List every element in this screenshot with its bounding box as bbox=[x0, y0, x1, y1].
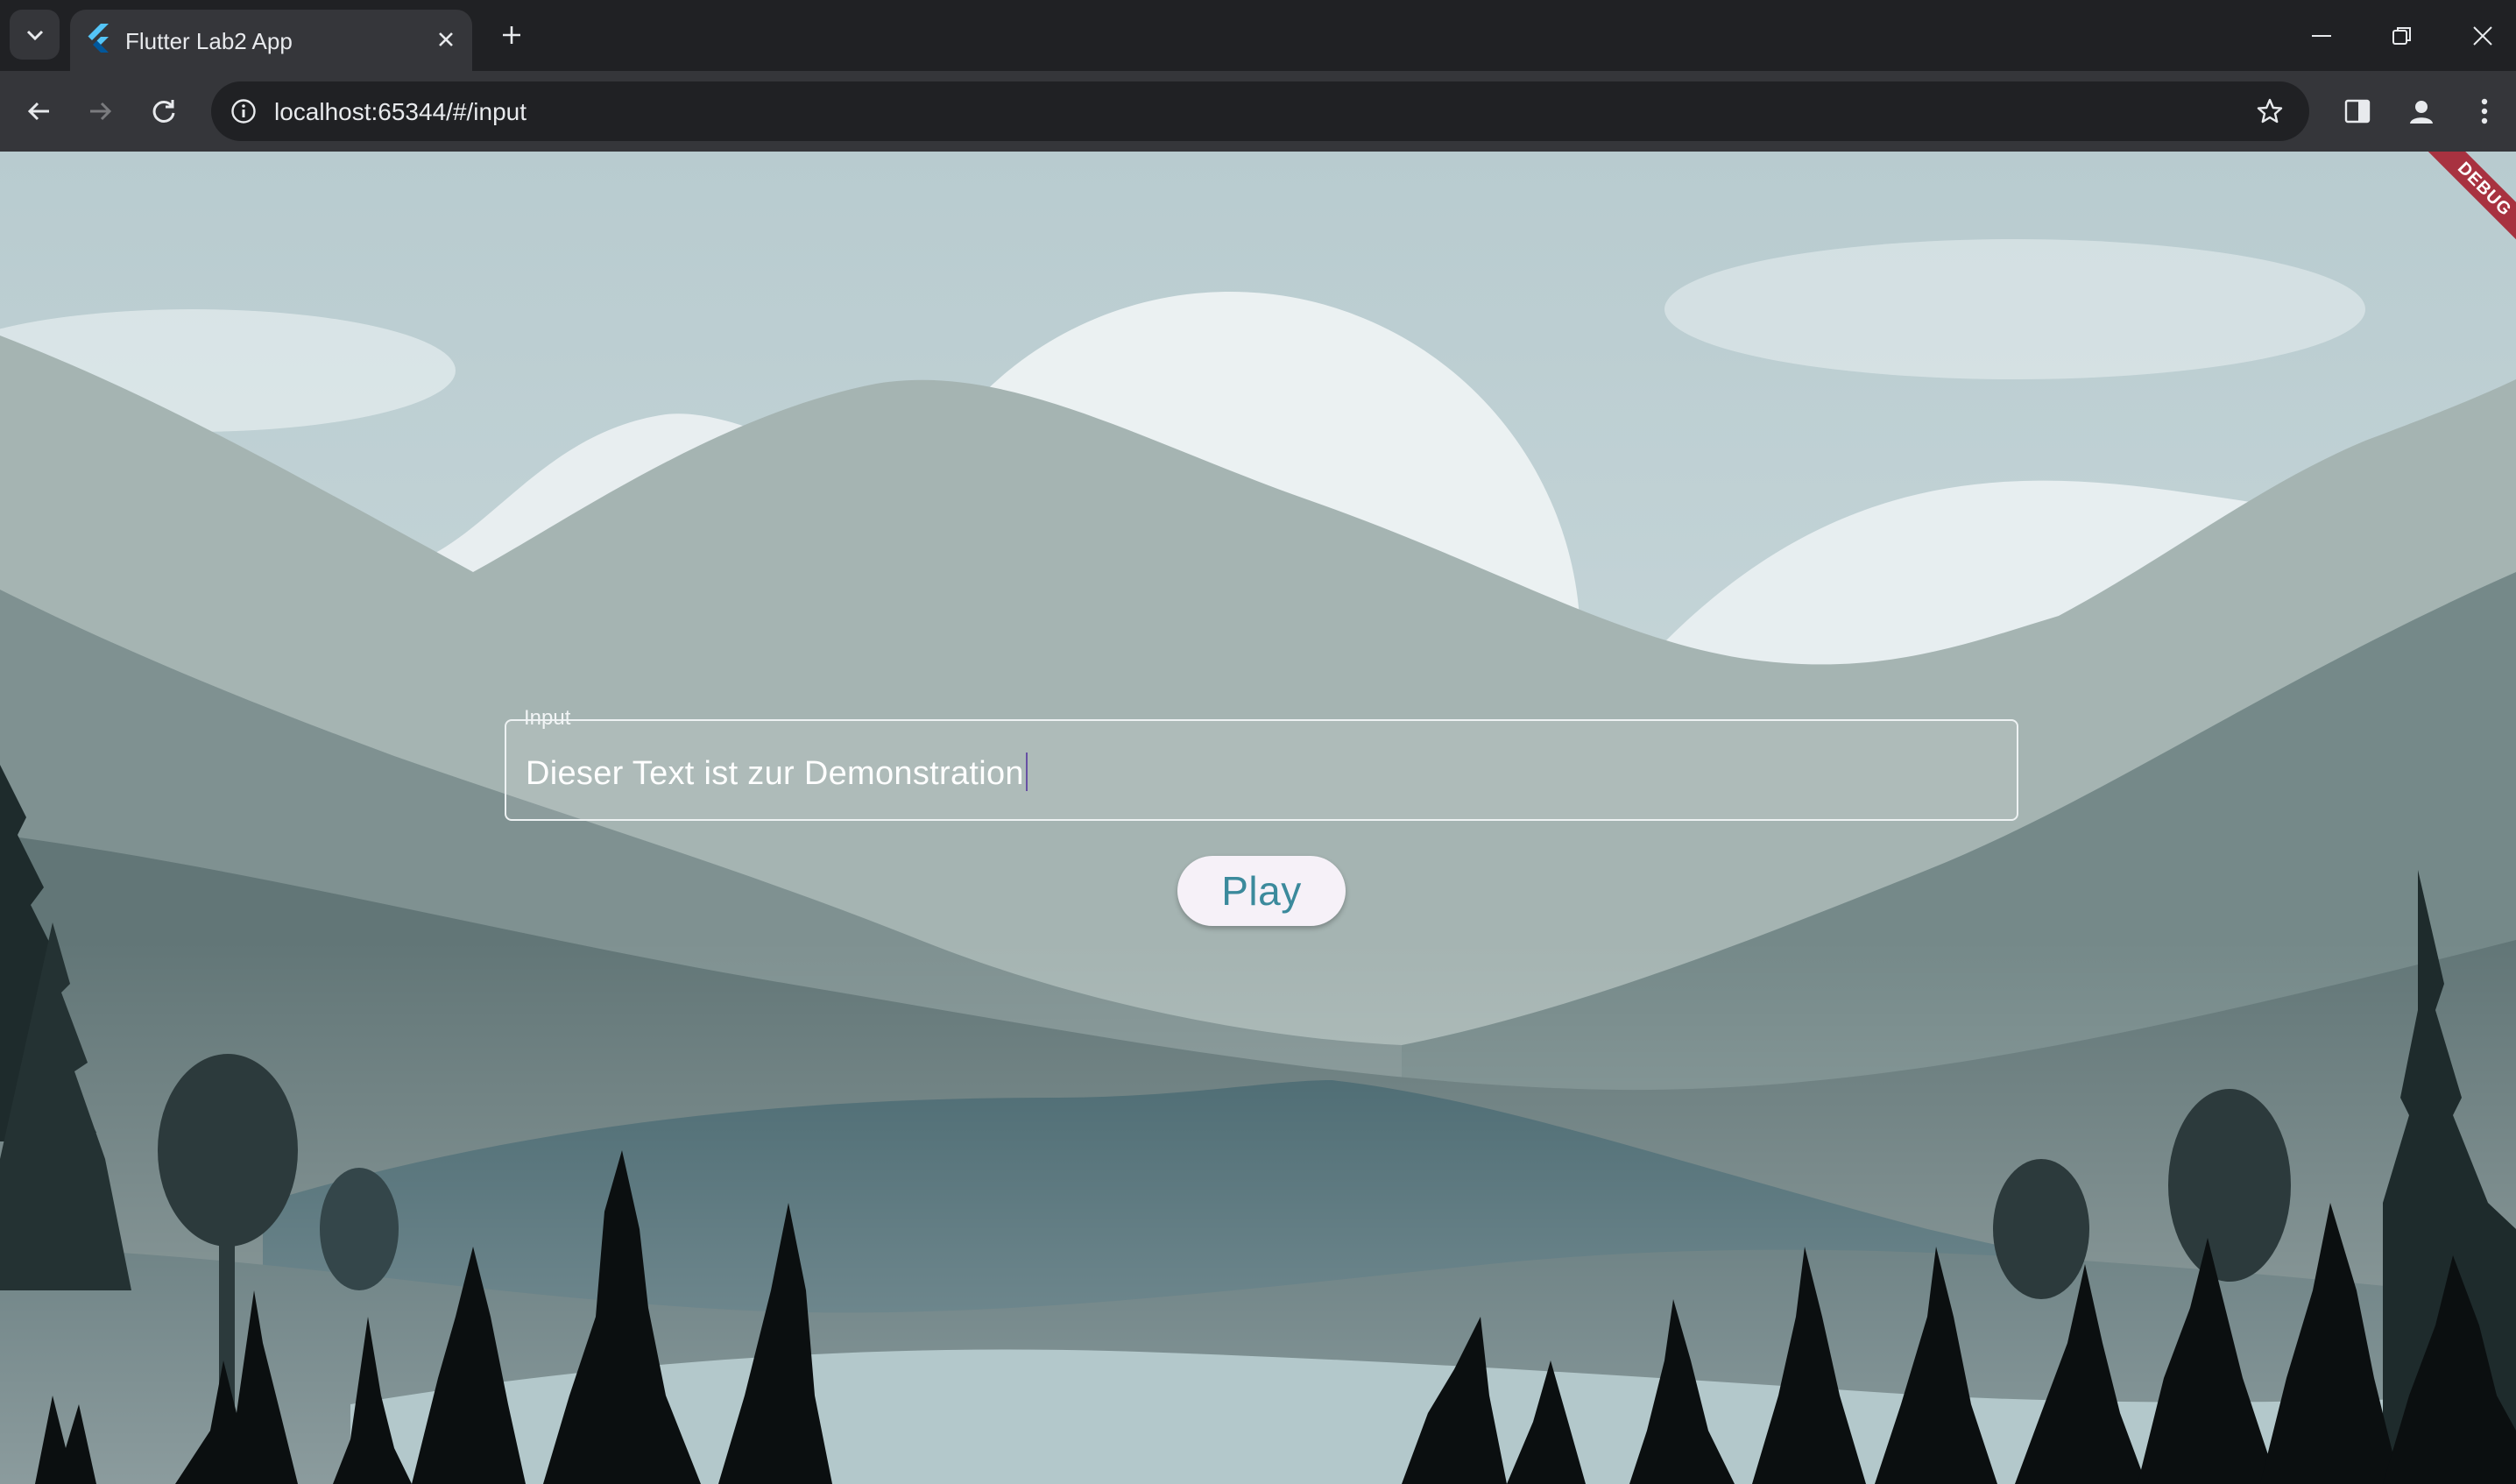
tab-close-button[interactable] bbox=[431, 25, 461, 54]
input-value-text: Dieser Text ist zur Demonstration bbox=[526, 755, 1024, 792]
restore-icon bbox=[2392, 26, 2411, 45]
forward-button[interactable] bbox=[81, 91, 121, 131]
star-icon bbox=[2257, 98, 2283, 124]
side-panel-button[interactable] bbox=[2337, 91, 2378, 131]
play-button[interactable]: Play bbox=[1177, 856, 1346, 926]
browser-tab[interactable]: Flutter Lab2 App bbox=[70, 10, 472, 71]
close-window-button[interactable] bbox=[2439, 0, 2516, 71]
input-label: Input bbox=[524, 706, 571, 730]
tab-search-button[interactable] bbox=[10, 10, 60, 60]
reload-icon bbox=[152, 100, 175, 123]
text-caret bbox=[1025, 753, 1028, 791]
address-bar[interactable]: localhost:65344/#/input bbox=[211, 81, 2309, 141]
tab-strip: Flutter Lab2 App bbox=[0, 0, 2516, 71]
profile-icon bbox=[2410, 101, 2433, 124]
close-icon bbox=[2473, 25, 2492, 46]
back-button[interactable] bbox=[18, 91, 59, 131]
arrow-left-icon bbox=[27, 102, 49, 121]
arrow-right-icon bbox=[90, 102, 112, 121]
plus-icon bbox=[503, 26, 520, 44]
side-panel-icon bbox=[2344, 99, 2371, 124]
input-value[interactable]: Dieser Text ist zur Demonstration bbox=[526, 753, 1028, 793]
flutter-logo-icon bbox=[88, 24, 109, 53]
browser-window: Flutter Lab2 App localhost:65344/#/input… bbox=[0, 0, 2516, 1484]
chevron-down-icon bbox=[26, 30, 43, 40]
minimize-button[interactable] bbox=[2278, 0, 2365, 71]
text-input-field[interactable]: Input Dieser Text ist zur Demonstration bbox=[505, 706, 2018, 821]
app-page: DEBUG Input Dieser Text ist zur Demonstr… bbox=[0, 152, 2516, 1484]
close-icon bbox=[439, 32, 453, 46]
new-tab-button[interactable] bbox=[492, 16, 531, 54]
play-button-label: Play bbox=[1221, 868, 1302, 914]
info-icon bbox=[231, 99, 256, 124]
profile-button[interactable] bbox=[2401, 91, 2442, 131]
menu-button[interactable] bbox=[2464, 91, 2505, 131]
site-info-button[interactable] bbox=[223, 91, 264, 131]
more-vertical-icon bbox=[2481, 98, 2488, 124]
bookmark-button[interactable] bbox=[2250, 91, 2290, 131]
browser-toolbar: localhost:65344/#/input bbox=[0, 71, 2516, 152]
url-text[interactable]: localhost:65344/#/input bbox=[274, 98, 527, 126]
tab-title: Flutter Lab2 App bbox=[125, 28, 293, 54]
minimize-icon bbox=[2312, 34, 2331, 37]
reload-button[interactable] bbox=[144, 91, 184, 131]
restore-button[interactable] bbox=[2358, 0, 2446, 71]
